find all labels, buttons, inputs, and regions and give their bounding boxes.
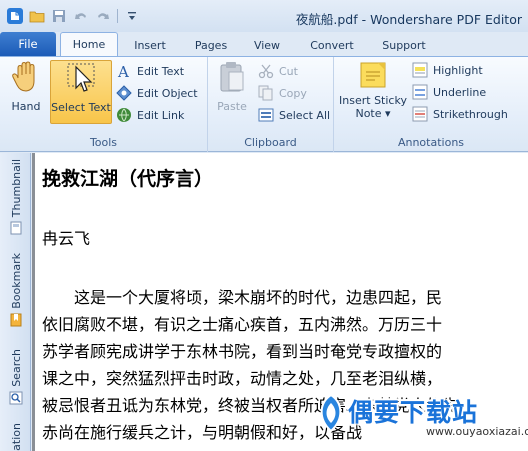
strikethrough-icon xyxy=(412,106,428,122)
document-author: 冉云飞 xyxy=(42,229,91,248)
insert-sticky-label-2: Note ▾ xyxy=(355,107,391,120)
customize-toolbar-icon[interactable] xyxy=(121,6,143,26)
bookmark-icon xyxy=(10,313,22,327)
tab-file[interactable]: File xyxy=(0,32,56,56)
svg-text:A: A xyxy=(117,63,129,79)
paste-icon xyxy=(220,62,244,92)
undo-icon[interactable] xyxy=(70,6,92,26)
edit-link-icon xyxy=(117,108,131,122)
select-cursor-icon xyxy=(67,63,95,92)
thumbnail-icon xyxy=(10,221,22,235)
watermark: 偶要下载站 www.ouyaoxiazai.com xyxy=(314,389,528,441)
tab-insert[interactable]: Insert xyxy=(118,34,182,56)
edit-text-label: Edit Text xyxy=(137,64,185,78)
watermark-text: 偶要下载站 xyxy=(348,398,479,427)
edit-text-icon: A xyxy=(117,63,129,79)
edit-link-label: Edit Link xyxy=(137,108,185,122)
edit-link-button[interactable]: Edit Link xyxy=(116,105,184,125)
sticky-note-icon xyxy=(360,62,386,88)
app-logo-icon[interactable] xyxy=(4,6,26,26)
underline-label: Underline xyxy=(433,85,487,99)
highlight-label: Highlight xyxy=(433,63,483,77)
annotations-group: Insert Sticky Note ▾ Highlight Underline… xyxy=(334,57,528,152)
strikethrough-button[interactable]: Strikethrough xyxy=(412,104,508,124)
edit-text-button[interactable]: A Edit Text xyxy=(116,61,184,81)
document-viewer[interactable]: 挽救江湖（代序言） 冉云飞 这是一个大厦将顷，梁木崩坏的时代，边患四起，民 依旧… xyxy=(32,153,528,451)
clipboard-group: Paste Cut Copy Select All Clipboard xyxy=(208,57,334,152)
copy-icon xyxy=(258,85,273,101)
tab-home[interactable]: Home xyxy=(60,32,118,56)
insert-sticky-note-button[interactable]: Insert Sticky Note ▾ xyxy=(338,60,408,124)
hand-button[interactable]: Hand xyxy=(4,60,48,124)
tools-group-label: Tools xyxy=(89,136,118,149)
paste-label: Paste xyxy=(217,100,247,113)
text-line: 课之中，突然猛烈抨击时政，动情之处，几至老泪纵横， xyxy=(42,369,443,388)
highlight-icon xyxy=(412,62,428,78)
redo-icon[interactable] xyxy=(92,6,114,26)
tab-thumbnail[interactable]: Thumbnail xyxy=(6,159,26,235)
annotations-group-label: Annotations xyxy=(397,136,465,149)
save-icon[interactable] xyxy=(48,6,70,26)
ribbon-tabs: File Home Insert Pages View Convert Supp… xyxy=(0,32,528,56)
tab-support[interactable]: Support xyxy=(370,34,438,56)
copy-label: Copy xyxy=(279,86,307,100)
tab-search[interactable]: Search xyxy=(6,349,26,405)
tab-annotation[interactable]: ation xyxy=(6,423,26,451)
watermark-url: www.ouyaoxiazai.com xyxy=(426,425,528,438)
insert-sticky-label-1: Insert Sticky xyxy=(339,94,407,107)
ribbon: Hand Select Text A Edit Text Edit Object… xyxy=(0,56,528,152)
select-all-icon xyxy=(258,108,274,122)
window-title: 夜航船.pdf - Wondershare PDF Editor xyxy=(295,12,522,27)
title-bar: 夜航船.pdf - Wondershare PDF Editor xyxy=(0,0,528,32)
edit-object-icon xyxy=(116,85,132,101)
edit-object-label: Edit Object xyxy=(137,86,198,100)
highlight-button[interactable]: Highlight xyxy=(412,60,483,80)
thumbnail-label: Thumbnail xyxy=(9,159,23,218)
hand-label: Hand xyxy=(11,100,41,113)
document-heading: 挽救江湖（代序言） xyxy=(42,168,214,190)
strikethrough-label: Strikethrough xyxy=(433,107,508,121)
tab-bookmark[interactable]: Bookmark xyxy=(6,253,26,327)
search-label: Search xyxy=(9,349,23,387)
cut-label: Cut xyxy=(279,64,298,78)
cut-button[interactable]: Cut xyxy=(258,61,298,81)
tab-view[interactable]: View xyxy=(240,34,294,56)
underline-icon xyxy=(412,84,428,100)
scissors-icon xyxy=(258,64,274,79)
side-panel: Thumbnail Bookmark Search ation xyxy=(0,153,31,451)
open-folder-icon[interactable] xyxy=(26,6,48,26)
copy-button[interactable]: Copy xyxy=(258,83,307,103)
paste-button[interactable]: Paste xyxy=(212,60,252,124)
watermark-logo-icon xyxy=(320,393,342,433)
toolbar-divider xyxy=(117,9,118,23)
select-all-button[interactable]: Select All xyxy=(258,105,330,125)
edit-object-button[interactable]: Edit Object xyxy=(116,83,198,103)
bookmark-label: Bookmark xyxy=(9,253,23,309)
annotation-label: ation xyxy=(9,423,23,451)
text-line: 依旧腐败不堪，有识之士痛心疾首，五内沸然。万历三十 xyxy=(42,315,443,334)
underline-button[interactable]: Underline xyxy=(412,82,486,102)
clipboard-group-label: Clipboard xyxy=(244,136,297,149)
text-line: 苏学者顾宪成讲学于东林书院，看到当时奄党专政擅权的 xyxy=(42,342,443,361)
tools-group: Hand Select Text A Edit Text Edit Object… xyxy=(0,57,208,152)
select-all-label: Select All xyxy=(279,108,331,122)
tab-convert[interactable]: Convert xyxy=(294,34,370,56)
hand-icon xyxy=(12,61,35,92)
select-text-label: Select Text xyxy=(51,101,111,114)
quick-access-toolbar xyxy=(4,5,143,27)
select-text-button[interactable]: Select Text xyxy=(50,60,112,124)
tab-pages[interactable]: Pages xyxy=(182,34,240,56)
text-line: 这是一个大厦将顷，梁木崩坏的时代，边患四起，民 xyxy=(42,288,443,307)
search-icon xyxy=(9,391,23,405)
